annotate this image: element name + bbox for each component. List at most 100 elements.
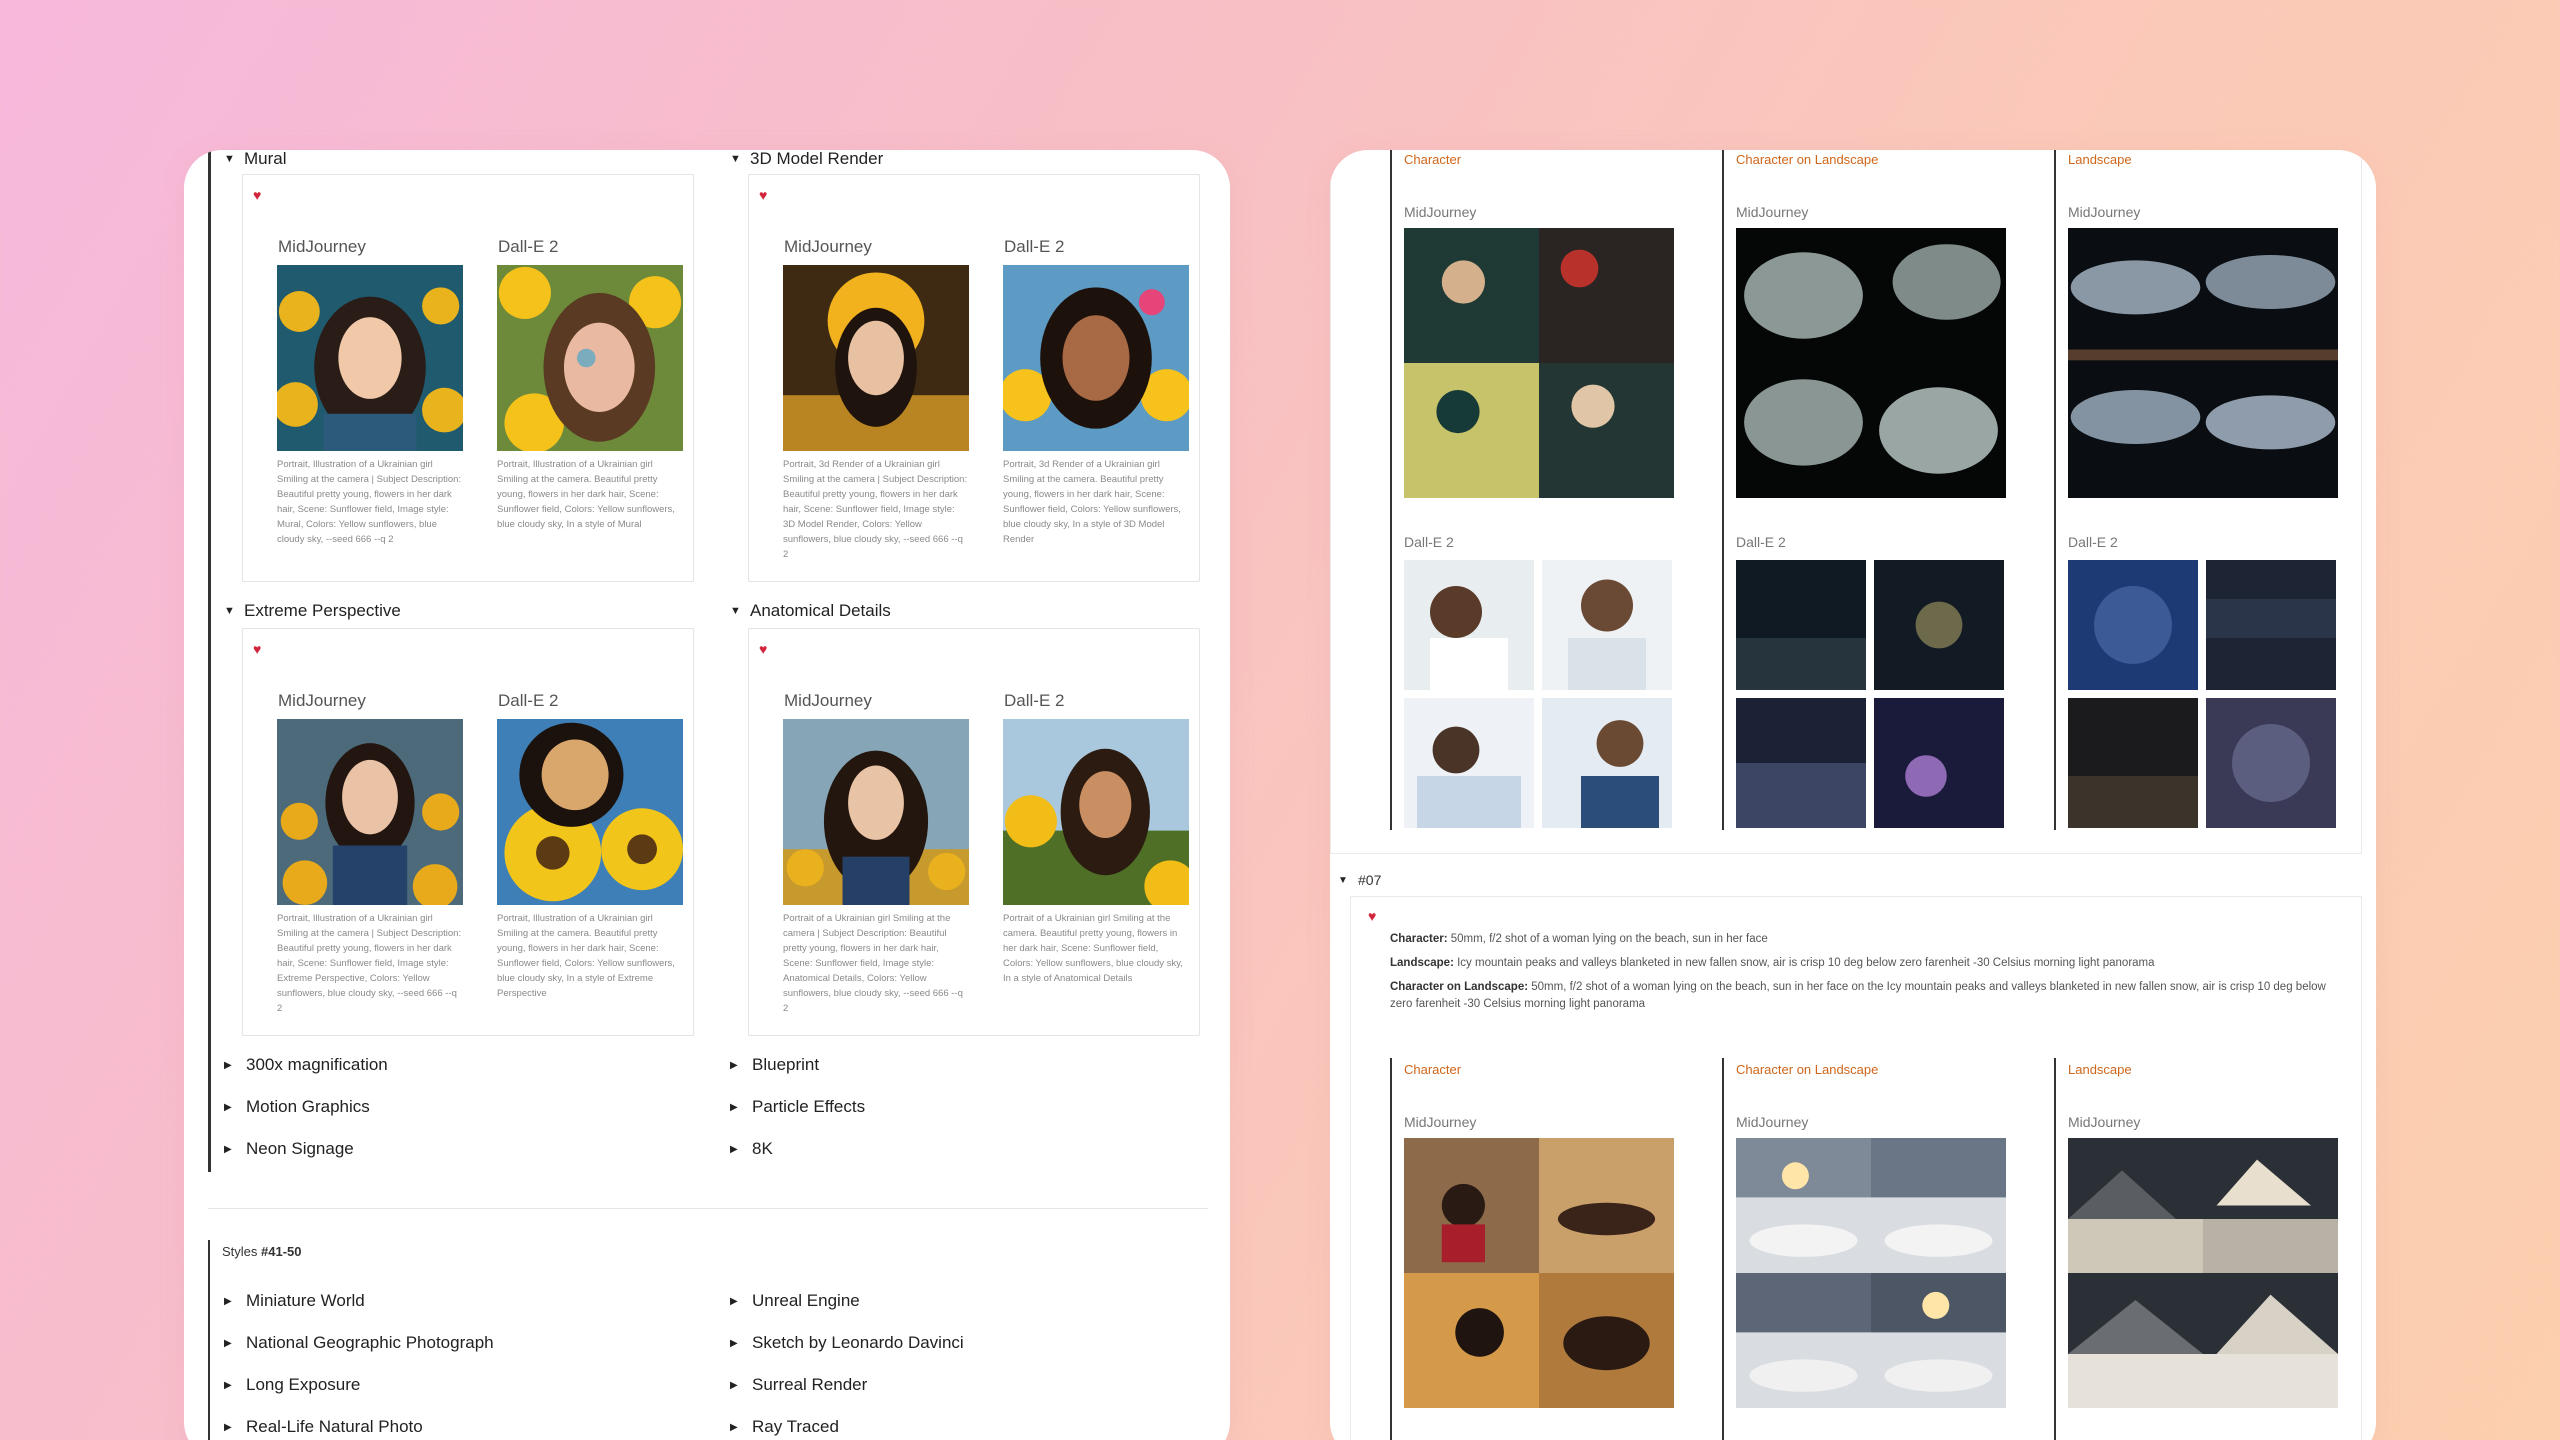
toggle-mural[interactable]: ▼ Mural [224,150,287,169]
midjourney-character-grid[interactable] [1404,228,1674,498]
toggle-neon-signage[interactable]: ▶ Neon Signage [224,1139,354,1159]
toggle-label: Miniature World [246,1291,365,1310]
toggle-guide-line [208,1240,210,1440]
dalle-landscape-image[interactable] [2206,560,2336,690]
dalle-landscape-image[interactable] [2068,560,2198,690]
prompt-key: Landscape: [1390,957,1454,969]
triangle-right-icon: ▶ [224,1101,232,1113]
portrait-image[interactable] [1003,719,1189,905]
toggle-anatomical-details[interactable]: ▼ Anatomical Details [730,601,891,621]
toggle-8k[interactable]: ▶ 8K [730,1139,773,1159]
row-label-midjourney: MidJourney [1404,204,1477,220]
dalle-character-on-landscape-image[interactable] [1874,698,2004,828]
toggle-title: Extreme Perspective [244,601,401,620]
midjourney-character-on-landscape-grid[interactable] [1736,228,2006,498]
section-title: #07 [1358,872,1382,888]
toggle-section-07[interactable]: ▼ #07 [1338,872,1381,888]
toggle-label: Motion Graphics [246,1097,370,1116]
toggle-label: Unreal Engine [752,1291,860,1310]
dalle-character-on-landscape-image[interactable] [1736,698,1866,828]
column-divider [1390,150,1392,830]
toggle-unreal-engine[interactable]: ▶ Unreal Engine [730,1291,860,1311]
prompt-landscape: Landscape: Icy mountain peaks and valley… [1390,955,2350,972]
divider [208,1208,1208,1209]
prompt-caption: Portrait, Illustration of a Ukrainian gi… [497,913,675,999]
prompt-character-on-landscape: Character on Landscape: 50mm, f/2 shot o… [1390,979,2350,1013]
dalle-character-image[interactable] [1404,560,1534,690]
toggle-sketch-davinci[interactable]: ▶ Sketch by Leonardo Davinci [730,1333,964,1353]
column-divider [1390,1058,1392,1440]
col-title-midjourney: MidJourney [278,237,366,256]
gallery-card[interactable]: ♥ MidJourney Dall-E 2 Portrait, Illustra… [242,628,694,1036]
toggle-label: Ray Traced [752,1417,839,1436]
prompt-caption: Portrait, 3d Render of a Ukrainian girl … [1003,459,1181,545]
prompt-caption: Portrait, 3d Render of a Ukrainian girl … [783,459,968,560]
column-header-character-on-landscape: Character on Landscape [1736,152,1879,167]
styles-prefix: Styles [222,1244,262,1259]
dalle-character-image[interactable] [1542,698,1672,828]
toggle-label: 8K [752,1139,773,1158]
toggle-label: Particle Effects [752,1097,866,1116]
toggle-300x-magnification[interactable]: ▶ 300x magnification [224,1055,388,1075]
toggle-label: Sketch by Leonardo Davinci [752,1333,964,1352]
portrait-image[interactable] [277,719,463,905]
prompt-caption: Portrait, Illustration of a Ukrainian gi… [277,913,462,1014]
triangle-right-icon: ▶ [224,1421,232,1433]
triangle-right-icon: ▶ [730,1421,738,1433]
toggle-ray-traced[interactable]: ▶ Ray Traced [730,1417,839,1437]
column-header-landscape: Landscape [2068,152,2132,167]
portrait-image[interactable] [277,265,463,451]
dalle-character-on-landscape-image[interactable] [1874,560,2004,690]
dalle-landscape-image[interactable] [2068,698,2198,828]
triangle-down-icon: ▼ [224,153,235,165]
column-divider [2054,1058,2056,1440]
dalle-character-image[interactable] [1542,560,1672,690]
toggle-label: 300x magnification [246,1055,388,1074]
gallery-card[interactable]: ♥ MidJourney Dall-E 2 Portrait of a Ukra… [748,628,1200,1036]
row-label-midjourney: MidJourney [2068,1114,2141,1130]
toggle-label: Neon Signage [246,1139,354,1158]
prompt-caption: Portrait of a Ukrainian girl Smiling at … [783,913,963,1014]
toggle-label: Blueprint [752,1055,820,1074]
toggle-label: National Geographic Photograph [246,1333,494,1352]
triangle-down-icon: ▼ [1338,874,1348,886]
toggle-motion-graphics[interactable]: ▶ Motion Graphics [224,1097,370,1117]
column-header-landscape: Landscape [2068,1062,2132,1077]
gallery-card[interactable]: ♥ MidJourney Dall-E 2 Portrait, 3d Rende… [748,174,1200,582]
toggle-miniature-world[interactable]: ▶ Miniature World [224,1291,365,1311]
toggle-real-life-natural-photo[interactable]: ▶ Real-Life Natural Photo [224,1417,423,1437]
midjourney-landscape-grid[interactable] [2068,1138,2338,1408]
toggle-extreme-perspective[interactable]: ▼ Extreme Perspective [224,601,401,621]
row-label-dalle: Dall-E 2 [2068,534,2118,550]
prompt-caption: Portrait, Illustration of a Ukrainian gi… [497,459,675,530]
dalle-landscape-image[interactable] [2206,698,2336,828]
portrait-image[interactable] [497,719,683,905]
dalle-character-image[interactable] [1404,698,1534,828]
gallery-card[interactable]: ♥ MidJourney Dall-E 2 Portrait, Illustra… [242,174,694,582]
heart-icon: ♥ [1368,908,1377,924]
prompt-character: Character: 50mm, f/2 shot of a woman lyi… [1390,931,2350,948]
portrait-image[interactable] [1003,265,1189,451]
toggle-national-geographic[interactable]: ▶ National Geographic Photograph [224,1333,494,1353]
triangle-right-icon: ▶ [730,1143,738,1155]
midjourney-character-on-landscape-grid[interactable] [1736,1138,2006,1408]
midjourney-landscape-grid[interactable] [2068,228,2338,498]
toggle-particle-effects[interactable]: ▶ Particle Effects [730,1097,865,1117]
column-divider [2054,150,2056,830]
triangle-down-icon: ▼ [730,605,741,617]
triangle-right-icon: ▶ [224,1059,232,1071]
styles-group-label: Styles #41-50 [222,1244,302,1259]
col-title-midjourney: MidJourney [278,691,366,710]
toggle-blueprint[interactable]: ▶ Blueprint [730,1055,819,1075]
toggle-3d-model-render[interactable]: ▼ 3D Model Render [730,150,883,169]
triangle-right-icon: ▶ [224,1143,232,1155]
triangle-right-icon: ▶ [730,1295,738,1307]
dalle-character-on-landscape-image[interactable] [1736,560,1866,690]
midjourney-character-grid[interactable] [1404,1138,1674,1408]
portrait-image[interactable] [497,265,683,451]
toggle-surreal-render[interactable]: ▶ Surreal Render [730,1375,867,1395]
col-title-dalle: Dall-E 2 [1004,691,1065,710]
portrait-image[interactable] [783,265,969,451]
toggle-long-exposure[interactable]: ▶ Long Exposure [224,1375,360,1395]
portrait-image[interactable] [783,719,969,905]
